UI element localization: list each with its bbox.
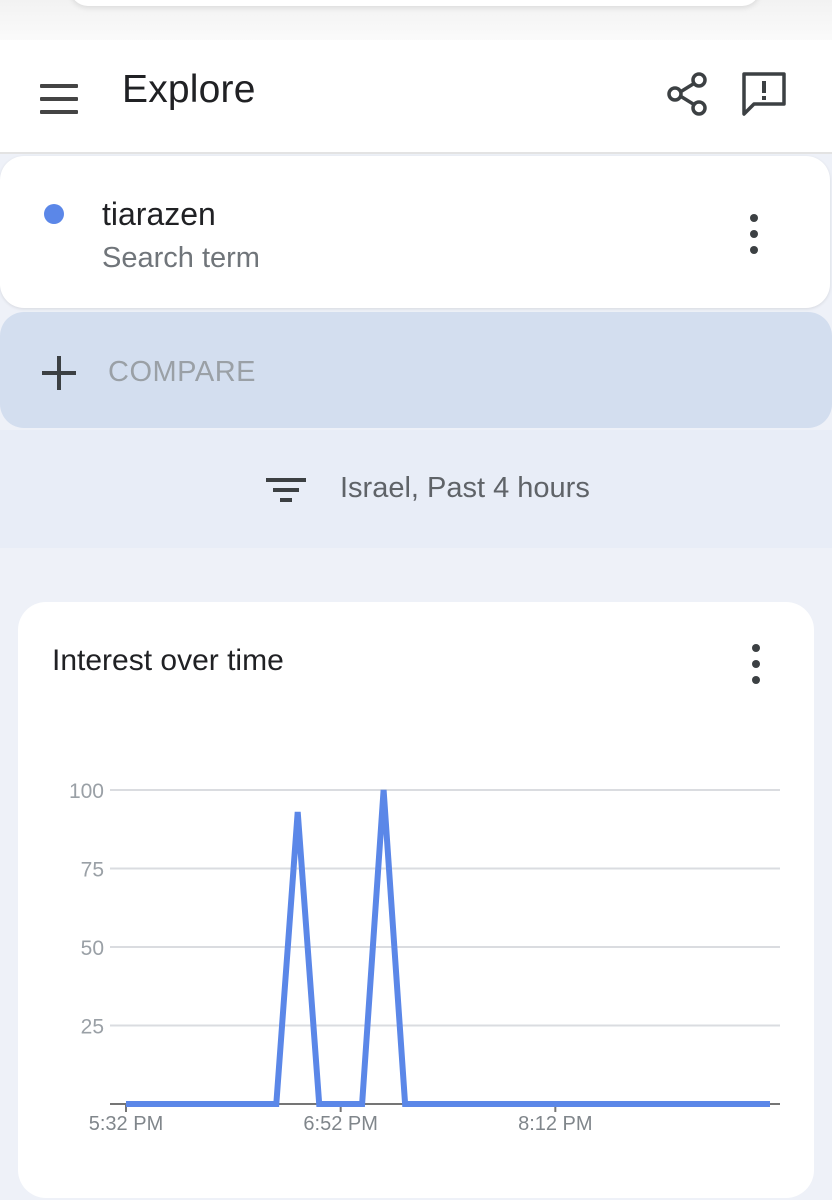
page-title: Explore	[122, 68, 256, 111]
term-name: tiarazen	[102, 196, 216, 232]
search-term-card[interactable]: tiarazen Search term	[0, 156, 830, 308]
compare-button[interactable]: COMPARE	[0, 312, 832, 428]
feedback-icon[interactable]	[738, 68, 790, 120]
filter-label: Israel, Past 4 hours	[340, 472, 590, 504]
interest-chart: 25 50 75 100 5:32 PM 6:52 PM 8:12 PM	[69, 780, 780, 1135]
share-icon[interactable]	[664, 70, 712, 118]
interest-over-time-card: Interest over time 25 50 75 100 5:32 PM 6:52 …	[18, 602, 814, 1198]
y-tick-label: 50	[81, 937, 104, 960]
y-tick-label: 75	[81, 859, 104, 882]
compare-label: COMPARE	[108, 356, 256, 388]
filter-icon	[266, 478, 306, 504]
y-tick-label: 100	[69, 780, 104, 803]
x-tick-label: 5:32 PM	[89, 1113, 163, 1135]
y-tick-label: 25	[81, 1016, 104, 1039]
x-tick-label: 8:12 PM	[518, 1113, 592, 1135]
term-color-dot	[44, 204, 64, 224]
term-more-icon[interactable]	[742, 212, 766, 256]
x-tick-label: 6:52 PM	[303, 1113, 377, 1135]
search-bar-edge	[70, 0, 760, 6]
filter-button[interactable]: Israel, Past 4 hours	[0, 430, 832, 548]
plus-icon	[42, 356, 76, 390]
term-type: Search term	[102, 242, 260, 274]
app-bar: Explore	[0, 40, 832, 154]
menu-icon[interactable]	[36, 76, 82, 122]
